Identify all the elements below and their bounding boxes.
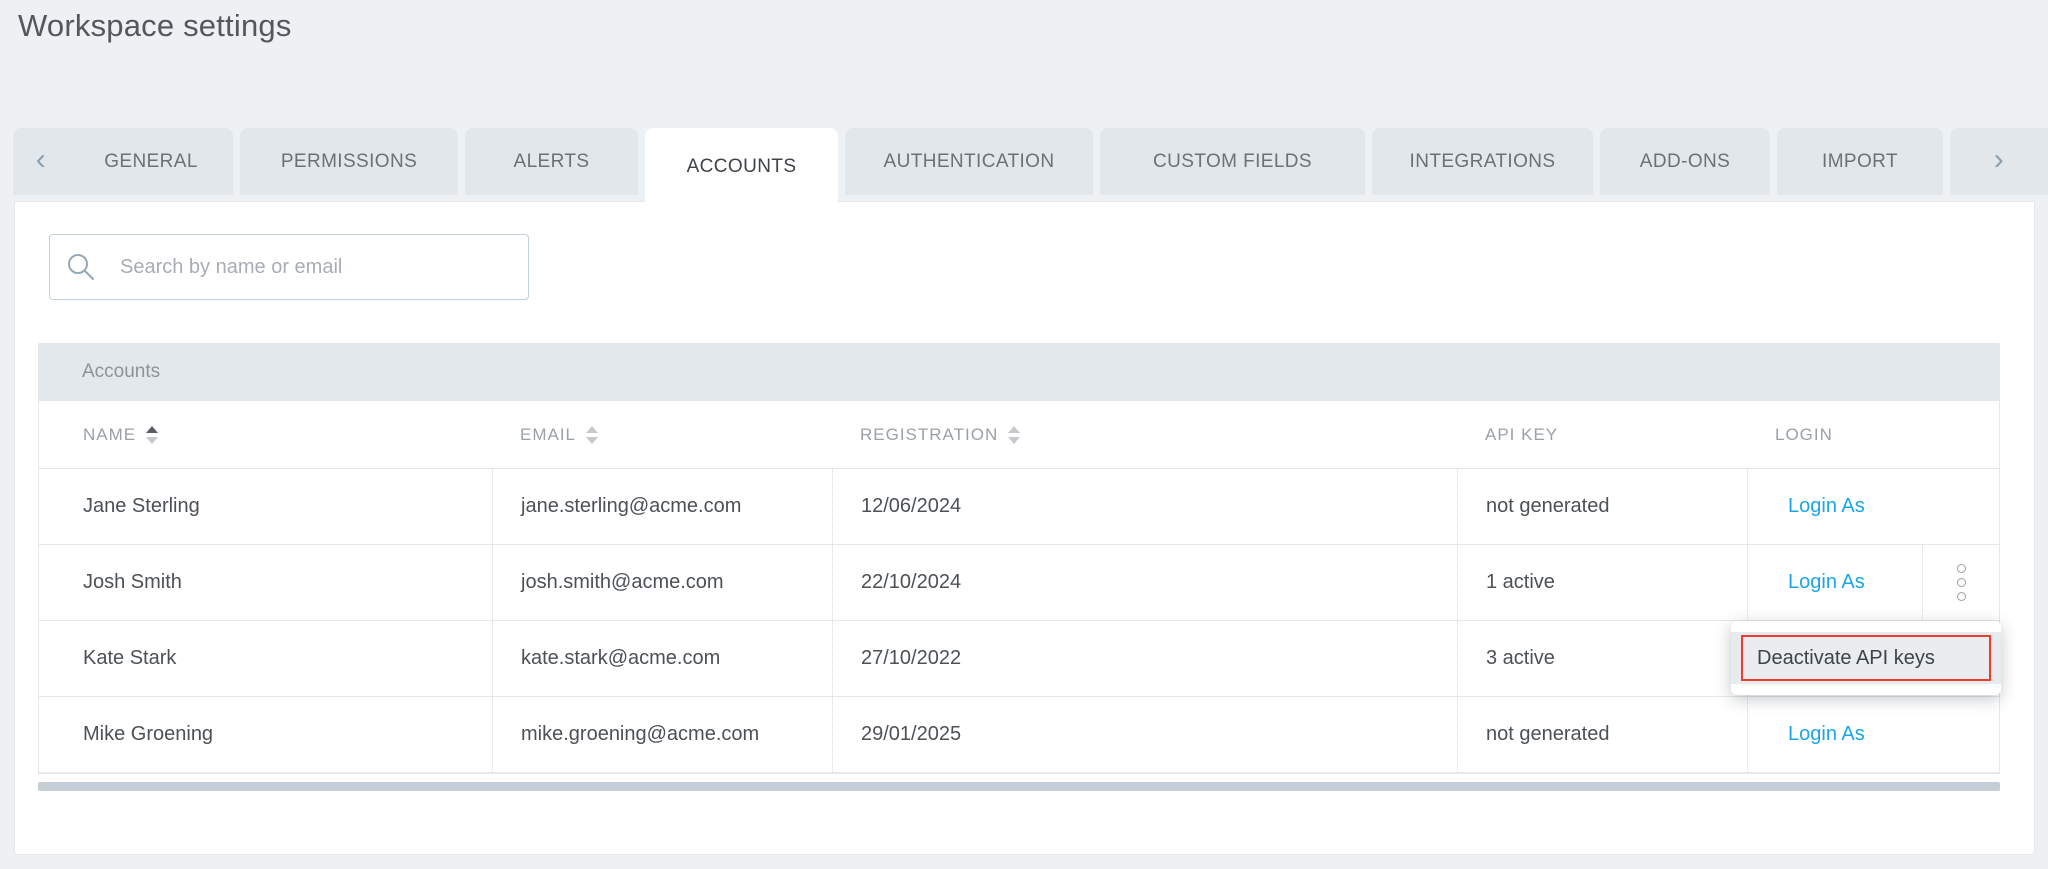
sort-ascending-icon[interactable] <box>146 425 159 444</box>
cell-registration: 12/06/2024 <box>832 469 1457 544</box>
kebab-menu-icon <box>1956 564 1966 601</box>
login-as-link[interactable]: Login As <box>1788 723 1865 746</box>
cell-registration: 29/01/2025 <box>832 697 1457 772</box>
table-header-row: NAME EMAIL REGISTRATION API KEY LOGIN <box>39 401 1999 469</box>
page-title: Workspace settings <box>18 8 292 43</box>
settings-tabbar: ‹ GENERAL PERMISSIONS ALERTS ACCOUNTS AU… <box>13 128 2048 206</box>
login-as-link[interactable]: Login As <box>1788 495 1865 518</box>
search-icon <box>68 254 94 280</box>
login-as-link[interactable]: Login As <box>1788 571 1865 594</box>
tab-accounts[interactable]: ACCOUNTS <box>645 128 838 206</box>
cell-name: Kate Stark <box>83 647 177 669</box>
column-header-registration[interactable]: REGISTRATION <box>832 401 1457 468</box>
cell-name: Jane Sterling <box>83 495 200 517</box>
cell-email: jane.sterling@acme.com <box>492 469 832 544</box>
table-caption-label: Accounts <box>82 361 161 382</box>
tab-authentication[interactable]: AUTHENTICATION <box>845 128 1093 195</box>
horizontal-scrollbar-thumb[interactable] <box>38 782 2000 791</box>
column-header-api-key: API KEY <box>1485 424 1559 444</box>
tab-group-left: ‹ GENERAL <box>13 128 233 195</box>
tabs-scroll-right-button[interactable]: › <box>1950 128 2048 195</box>
cell-api-key: not generated <box>1457 469 1747 544</box>
horizontal-scrollbar-track <box>38 774 2000 791</box>
chevron-left-icon: ‹ <box>35 142 47 176</box>
deactivate-api-keys-label: Deactivate API keys <box>1741 635 1991 681</box>
tab-add-ons[interactable]: ADD-ONS <box>1600 128 1770 195</box>
tab-permissions[interactable]: PERMISSIONS <box>240 128 458 195</box>
cell-email: josh.smith@acme.com <box>492 545 832 620</box>
cell-email: kate.stark@acme.com <box>492 621 832 696</box>
cell-login: Login As <box>1747 697 1999 772</box>
row-actions-kebab-button[interactable] <box>1922 545 1999 620</box>
tab-custom-fields-label: CUSTOM FIELDS <box>1153 150 1312 172</box>
cell-name: Mike Groening <box>83 723 214 745</box>
tab-general[interactable]: GENERAL <box>69 128 233 195</box>
sort-icon[interactable] <box>1008 425 1021 444</box>
cell-name: Josh Smith <box>83 571 182 593</box>
tab-accounts-label: ACCOUNTS <box>686 156 797 177</box>
context-menu: Deactivate API keys <box>1731 621 2001 695</box>
table-row: Mike Groening mike.groening@acme.com 29/… <box>39 697 1999 773</box>
tab-alerts[interactable]: ALERTS <box>465 128 638 195</box>
cell-registration: 27/10/2022 <box>832 621 1457 696</box>
column-header-login: LOGIN <box>1775 424 1833 444</box>
search-input[interactable] <box>50 235 528 299</box>
accounts-table: Accounts NAME EMAIL REGISTRATION API KEY <box>38 343 2000 791</box>
tab-authentication-label: AUTHENTICATION <box>883 150 1055 172</box>
sort-icon[interactable] <box>586 425 599 444</box>
tab-alerts-label: ALERTS <box>513 150 590 172</box>
table-row: Jane Sterling jane.sterling@acme.com 12/… <box>39 469 1999 545</box>
context-menu-item-deactivate-api-keys[interactable]: Deactivate API keys <box>1731 632 2001 684</box>
cell-email: mike.groening@acme.com <box>492 697 832 772</box>
table-caption: Accounts <box>38 343 2000 401</box>
cell-api-key: 1 active <box>1457 545 1747 620</box>
cell-api-key: not generated <box>1457 697 1747 772</box>
search-box <box>49 234 529 300</box>
cell-api-key: 3 active <box>1457 621 1747 696</box>
tab-add-ons-label: ADD-ONS <box>1639 150 1731 172</box>
tab-custom-fields[interactable]: CUSTOM FIELDS <box>1100 128 1365 195</box>
cell-registration: 22/10/2024 <box>832 545 1457 620</box>
tab-integrations-label: INTEGRATIONS <box>1409 150 1556 172</box>
tab-general-label: GENERAL <box>104 150 198 172</box>
table-body: NAME EMAIL REGISTRATION API KEY LOGIN Ja… <box>38 401 2000 774</box>
tab-import-label: IMPORT <box>1822 150 1898 172</box>
table-row: Kate Stark kate.stark@acme.com 27/10/202… <box>39 621 1999 697</box>
column-header-name[interactable]: NAME <box>39 401 492 468</box>
tab-import[interactable]: IMPORT <box>1777 128 1943 195</box>
chevron-right-icon: › <box>1993 142 2005 176</box>
tab-integrations[interactable]: INTEGRATIONS <box>1372 128 1593 195</box>
accounts-panel: Accounts NAME EMAIL REGISTRATION API KEY <box>14 201 2035 855</box>
column-header-email[interactable]: EMAIL <box>492 401 832 468</box>
table-row: Josh Smith josh.smith@acme.com 22/10/202… <box>39 545 1999 621</box>
tabs-scroll-left-button[interactable]: ‹ <box>13 128 69 195</box>
cell-login: Login As <box>1747 545 1999 620</box>
tab-permissions-label: PERMISSIONS <box>280 150 418 172</box>
cell-login: Login As <box>1747 469 1999 544</box>
